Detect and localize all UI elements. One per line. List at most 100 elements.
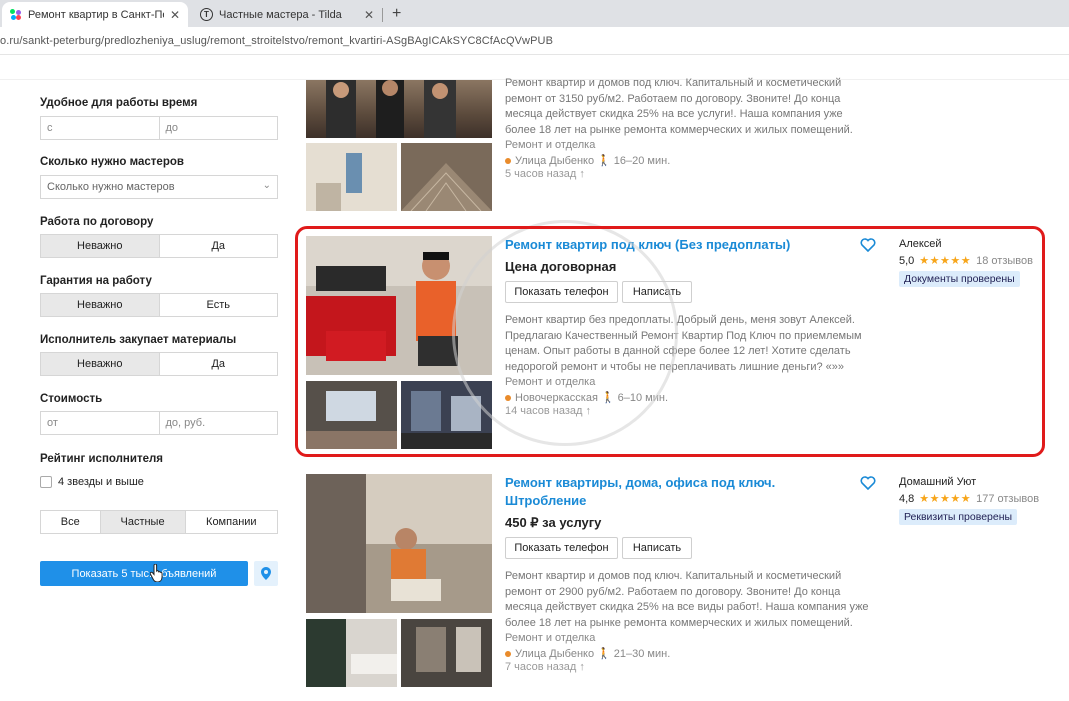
show-results-button[interactable]: Показать 5 тыс. объявлений — [40, 561, 248, 586]
time-text: 7 часов назад — [505, 661, 577, 673]
time-text: 5 часов назад — [505, 168, 577, 180]
browser-tab-strip: Ремонт квартир в Санкт-Петерб ✕ T Частны… — [0, 0, 1069, 27]
materials-option-yes[interactable]: Да — [158, 353, 278, 375]
listing-2-photo-main[interactable] — [306, 474, 492, 613]
listing-2-description: Ремонт квартир и домов под ключ. Капитал… — [505, 569, 869, 631]
warranty-option-any[interactable]: Неважно — [41, 294, 159, 316]
tab-title: Ремонт квартир в Санкт-Петерб — [28, 8, 164, 21]
worker-floor-photo — [306, 474, 492, 613]
listing-2-seller-name[interactable]: Домашний Уют — [899, 476, 976, 488]
description-line: более 18 лет на рынке ремонта коммерческ… — [505, 616, 853, 629]
description-line: ценам. Опыт работы в данной сфере более … — [505, 345, 851, 357]
rating-checkbox[interactable] — [40, 476, 52, 488]
description-line: более 18 лет на рынке ремонта коммерческ… — [505, 123, 853, 136]
listing-0-photo-2[interactable] — [306, 143, 397, 211]
listing-1-photo-2[interactable] — [306, 381, 397, 449]
listing-2-photo-3[interactable] — [401, 619, 492, 687]
listing-2-price: 450 ₽ за услугу — [505, 515, 602, 530]
url-text[interactable]: o.ru/sankt-peterburg/predlozheniya_uslug… — [0, 35, 553, 47]
reviews-count[interactable]: 177 отзывов — [976, 493, 1039, 505]
new-tab-button[interactable]: + — [392, 5, 401, 23]
show-phone-button[interactable]: Показать телефон — [505, 537, 618, 559]
favorite-heart-icon[interactable] — [860, 476, 876, 490]
listing-1-photo-main[interactable] — [306, 236, 492, 375]
rating-checkbox-row[interactable]: 4 звезды и выше — [40, 476, 144, 488]
walk-icon: 🚶 — [597, 155, 611, 167]
listing-2-photo-2[interactable] — [306, 619, 397, 687]
show-phone-button[interactable]: Показать телефон — [505, 281, 618, 303]
price-to-input[interactable]: до, руб. — [160, 412, 278, 434]
listing-0-photo-main[interactable] — [306, 80, 492, 138]
listing-1-time: 14 часов назад ↑ — [505, 405, 591, 417]
seller-type-companies[interactable]: Компании — [184, 511, 277, 533]
listing-2-time: 7 часов назад ↑ — [505, 661, 585, 673]
description-line: Ремонт квартир и домов под ключ. Капитал… — [505, 77, 842, 89]
metro-name: Улица Дыбенко — [515, 154, 595, 167]
seller-type-all[interactable]: Все — [41, 511, 100, 533]
walk-time: 16–20 мин. — [613, 154, 671, 167]
tab-avito[interactable]: Ремонт квартир в Санкт-Петерб ✕ — [2, 2, 188, 27]
close-tab-icon[interactable]: ✕ — [364, 8, 374, 22]
listing-1-title[interactable]: Ремонт квартир под ключ (Без предоплаты) — [505, 236, 790, 254]
kitchen-photo — [401, 381, 492, 449]
listing-1-seller-name[interactable]: Алексей — [899, 238, 942, 250]
metro-name: Улица Дыбенко — [515, 647, 595, 660]
materials-toggle: Неважно Да — [40, 352, 278, 376]
time-text: 14 часов назад — [505, 405, 583, 417]
listing-1-price: Цена договорная — [505, 259, 617, 274]
seller-type-toggle: Все Частные Компании — [40, 510, 278, 534]
listing-2-rating: 4,8 ★★★★★ 177 отзывов — [899, 492, 1039, 506]
filter-materials-label: Исполнитель закупает материалы — [40, 334, 237, 346]
filter-time-range[interactable]: с до — [40, 116, 278, 140]
raise-arrow-icon: ↑ — [579, 168, 585, 180]
price-range[interactable]: от до, руб. — [40, 411, 278, 435]
address-bar[interactable]: o.ru/sankt-peterburg/predlozheniya_uslug… — [0, 27, 1069, 55]
listing-1-rating: 5,0 ★★★★★ 18 отзывов — [899, 254, 1033, 268]
description-line: ремонт от 3150 руб/м2. Работаем по догов… — [505, 92, 841, 105]
rating-value: 4,8 — [899, 492, 915, 505]
listing-1-metro: Новочеркасская 🚶 6–10 мин. — [505, 391, 668, 404]
floor-work-photo — [401, 143, 492, 211]
close-tab-icon[interactable]: ✕ — [170, 8, 180, 22]
rating-stars-icon: ★★★★★ — [919, 493, 972, 505]
masters-select[interactable]: Сколько нужно мастеров ⌄ — [40, 175, 278, 199]
listing-0-photo-3[interactable] — [401, 143, 492, 211]
title-line[interactable]: Ремонт квартиры, дома, офиса под ключ. — [505, 474, 775, 492]
filter-warranty-label: Гарантия на работу — [40, 275, 152, 287]
warranty-option-yes[interactable]: Есть — [158, 294, 278, 316]
listing-1-category: Ремонт и отделка — [505, 376, 596, 388]
filter-price-label: Стоимость — [40, 393, 103, 405]
tab-tilda[interactable]: T Частные мастера - Tilda ✕ — [192, 2, 382, 27]
price-from-input[interactable]: от — [41, 412, 160, 434]
favorite-heart-icon[interactable] — [860, 238, 876, 252]
bathroom-photo — [306, 143, 397, 211]
avito-favicon-icon — [10, 8, 22, 21]
contract-option-any[interactable]: Неважно — [41, 235, 159, 257]
description-line: месяца действует скидка 25% на все услуг… — [505, 108, 843, 120]
listing-2-verified-badge: Реквизиты проверены — [899, 509, 1018, 525]
master-with-tools-photo — [306, 236, 492, 375]
warranty-toggle: Неважно Есть — [40, 293, 278, 317]
time-from-input[interactable]: с — [41, 117, 160, 139]
seller-type-private[interactable]: Частные — [99, 511, 185, 533]
raise-arrow-icon: ↑ — [585, 405, 592, 417]
listing-0-time: 5 часов назад ↑ — [505, 168, 585, 180]
title-line[interactable]: Штробление — [505, 492, 775, 510]
listing-2-title[interactable]: Ремонт квартиры, дома, офиса под ключ. Ш… — [505, 474, 775, 510]
contract-option-yes[interactable]: Да — [158, 235, 278, 257]
contract-toggle: Неважно Да — [40, 234, 278, 258]
reviews-count[interactable]: 18 отзывов — [976, 255, 1033, 267]
raise-arrow-icon: ↑ — [579, 661, 585, 673]
materials-option-any[interactable]: Неважно — [41, 353, 159, 375]
write-message-button[interactable]: Написать — [622, 281, 692, 303]
listing-1-photo-3[interactable] — [401, 381, 492, 449]
metro-line-icon — [505, 394, 511, 401]
listing-2-category: Ремонт и отделка — [505, 632, 596, 644]
filter-rating-label: Рейтинг исполнителя — [40, 453, 163, 465]
map-pin-button[interactable] — [254, 561, 278, 586]
time-to-input[interactable]: до — [160, 117, 278, 139]
metro-line-icon — [505, 157, 511, 164]
hand-cursor-icon — [149, 563, 164, 585]
write-message-button[interactable]: Написать — [622, 537, 692, 559]
metro-line-icon — [505, 650, 511, 657]
